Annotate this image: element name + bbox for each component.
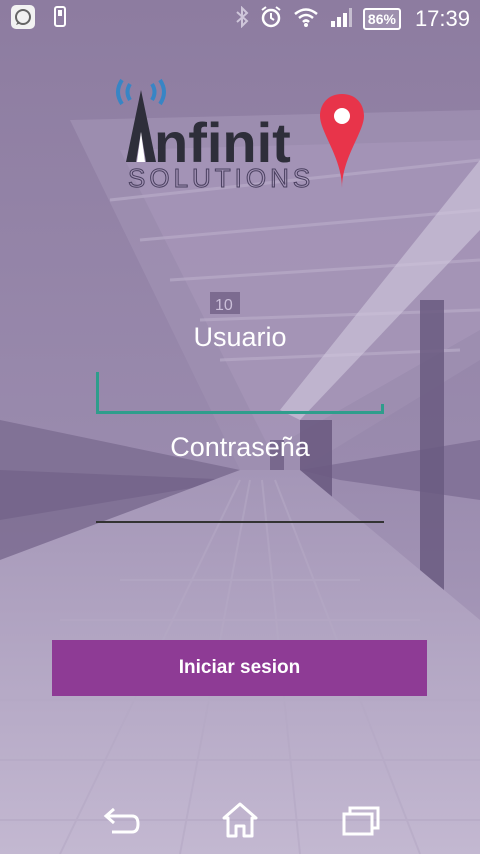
- login-button[interactable]: Iniciar sesion: [52, 640, 427, 696]
- password-label[interactable]: Contraseña: [0, 432, 480, 463]
- battery-icon: 86%: [362, 8, 401, 30]
- brand-subtext: SOLUTIONS: [128, 163, 314, 193]
- alarm-icon: [259, 5, 283, 34]
- navigation-bar: [0, 790, 480, 854]
- password-field[interactable]: [96, 500, 384, 524]
- home-icon[interactable]: [216, 800, 264, 840]
- clock: 17:39: [414, 6, 470, 31]
- app-logo: nfinit SOLUTIONS: [110, 70, 370, 200]
- svg-text:10: 10: [215, 297, 233, 314]
- status-bar: 86% 17:39: [0, 0, 480, 38]
- recent-apps-icon[interactable]: [336, 800, 384, 840]
- back-icon[interactable]: [98, 800, 146, 840]
- bluetooth-icon: [235, 5, 249, 33]
- wifi-icon: [293, 6, 319, 33]
- signal-icon: [329, 6, 353, 33]
- username-label[interactable]: Usuario: [0, 322, 480, 353]
- phone-icon: [52, 5, 68, 33]
- username-field[interactable]: [96, 372, 384, 414]
- messenger-icon: [10, 4, 36, 35]
